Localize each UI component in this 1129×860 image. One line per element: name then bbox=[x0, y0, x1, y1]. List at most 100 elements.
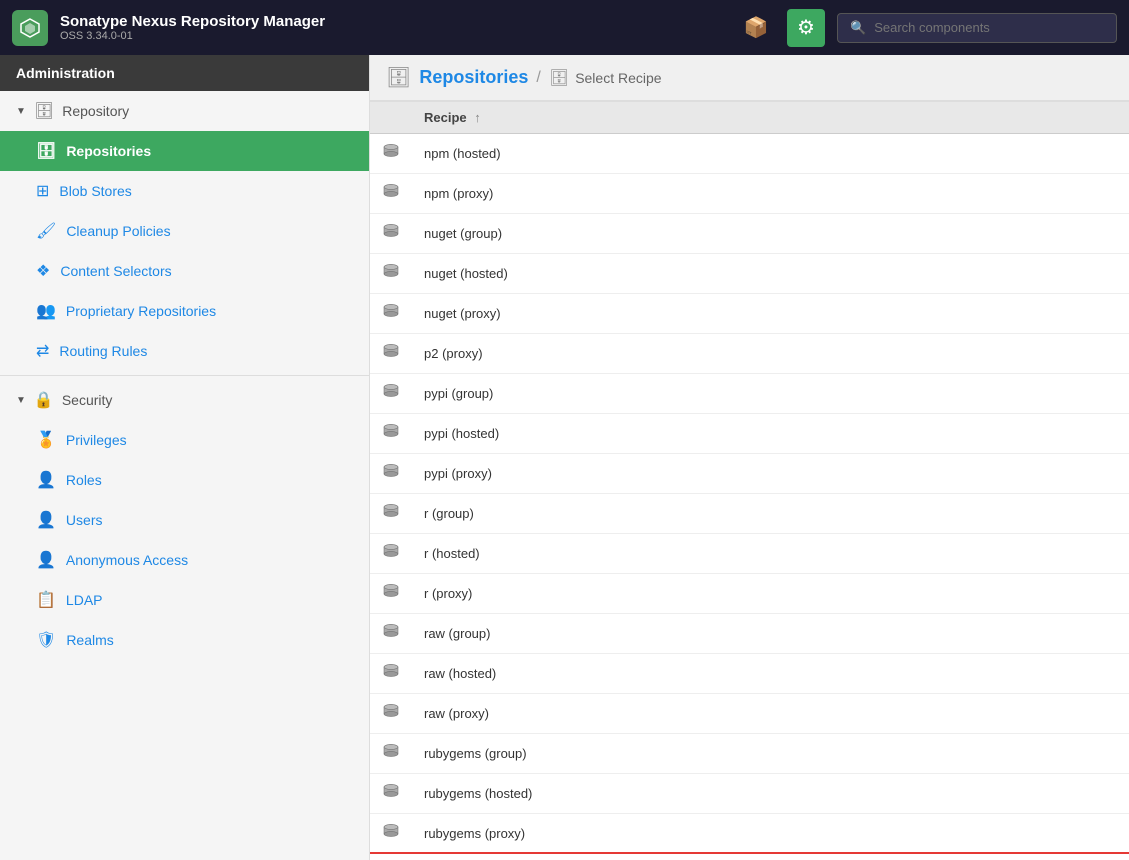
row-label[interactable]: nuget (proxy) bbox=[412, 294, 1129, 334]
row-icon-cell bbox=[370, 414, 412, 454]
row-label[interactable]: raw (proxy) bbox=[412, 694, 1129, 734]
sidebar-item-privileges[interactable]: 🏅 Privileges bbox=[0, 420, 369, 460]
sidebar-item-routing-rules[interactable]: ⇄ Routing Rules bbox=[0, 331, 369, 371]
sidebar-item-proprietary-repositories[interactable]: 👥 Proprietary Repositories bbox=[0, 291, 369, 331]
table-row[interactable]: r (hosted) bbox=[370, 534, 1129, 574]
roles-label: Roles bbox=[66, 472, 102, 488]
col-recipe-header[interactable]: Recipe ↑ bbox=[412, 102, 1129, 134]
row-icon-cell bbox=[370, 654, 412, 694]
table-row[interactable]: raw (hosted) bbox=[370, 654, 1129, 694]
row-icon-cell bbox=[370, 374, 412, 414]
app-logo bbox=[12, 10, 48, 46]
table-row[interactable]: raw (proxy) bbox=[370, 694, 1129, 734]
row-label[interactable]: r (proxy) bbox=[412, 574, 1129, 614]
row-icon-cell bbox=[370, 694, 412, 734]
row-label[interactable]: yum (group) bbox=[412, 854, 1129, 860]
security-section-icon: 🔒 bbox=[34, 390, 54, 410]
breadcrumb-sub-icon: 🗄 bbox=[549, 68, 569, 88]
anonymous-access-icon: 👤 bbox=[36, 550, 56, 570]
row-label[interactable]: pypi (group) bbox=[412, 374, 1129, 414]
sidebar-item-content-selectors[interactable]: ❖ Content Selectors bbox=[0, 251, 369, 291]
privileges-icon: 🏅 bbox=[36, 430, 56, 450]
breadcrumb-sub-label: Select Recipe bbox=[575, 70, 661, 86]
row-icon-cell bbox=[370, 294, 412, 334]
table-row[interactable]: nuget (hosted) bbox=[370, 254, 1129, 294]
breadcrumb-db-icon: 🗄 bbox=[386, 65, 411, 90]
collapse-triangle-security: ▼ bbox=[16, 395, 26, 406]
row-label[interactable]: npm (hosted) bbox=[412, 134, 1129, 174]
db-icon bbox=[382, 227, 400, 244]
table-container: Recipe ↑ npm (hosted) bbox=[370, 102, 1129, 860]
row-label[interactable]: nuget (group) bbox=[412, 214, 1129, 254]
table-row[interactable]: rubygems (proxy) bbox=[370, 814, 1129, 854]
sidebar-item-cleanup-policies[interactable]: 🖌 Cleanup Policies bbox=[0, 211, 369, 251]
sidebar-header: Administration bbox=[0, 55, 369, 91]
cleanup-policies-icon: 🖌 bbox=[36, 221, 56, 241]
settings-icon[interactable]: ⚙ bbox=[787, 9, 825, 47]
db-icon bbox=[382, 427, 400, 444]
security-section-label: Security bbox=[62, 392, 113, 408]
topbar: Sonatype Nexus Repository Manager OSS 3.… bbox=[0, 0, 1129, 55]
sidebar-item-blob-stores[interactable]: ⊞ Blob Stores bbox=[0, 171, 369, 211]
sidebar-item-users[interactable]: 👤 Users bbox=[0, 500, 369, 540]
cleanup-policies-label: Cleanup Policies bbox=[66, 223, 170, 239]
row-label[interactable]: rubygems (proxy) bbox=[412, 814, 1129, 854]
table-row[interactable]: nuget (proxy) bbox=[370, 294, 1129, 334]
search-input[interactable] bbox=[874, 20, 1104, 35]
row-label[interactable]: pypi (proxy) bbox=[412, 454, 1129, 494]
search-box[interactable]: 🔍 bbox=[837, 13, 1117, 43]
row-label[interactable]: raw (group) bbox=[412, 614, 1129, 654]
nav-icon[interactable]: 📦 bbox=[737, 9, 775, 47]
table-row[interactable]: pypi (proxy) bbox=[370, 454, 1129, 494]
row-icon-cell bbox=[370, 254, 412, 294]
row-label[interactable]: pypi (hosted) bbox=[412, 414, 1129, 454]
repository-section-label: Repository bbox=[62, 103, 129, 119]
row-label[interactable]: p2 (proxy) bbox=[412, 334, 1129, 374]
row-label[interactable]: r (hosted) bbox=[412, 534, 1129, 574]
table-row[interactable]: r (proxy) bbox=[370, 574, 1129, 614]
roles-icon: 👤 bbox=[36, 470, 56, 490]
db-icon bbox=[382, 707, 400, 724]
table-row[interactable]: nuget (group) bbox=[370, 214, 1129, 254]
realms-icon: 🛡 bbox=[36, 630, 56, 650]
content-area: 🗄 Repositories / 🗄 Select Recipe Recipe … bbox=[370, 55, 1129, 860]
table-row[interactable]: yum (group) bbox=[370, 854, 1129, 860]
table-row[interactable]: r (group) bbox=[370, 494, 1129, 534]
row-label[interactable]: raw (hosted) bbox=[412, 654, 1129, 694]
row-icon-cell bbox=[370, 734, 412, 774]
row-icon-cell bbox=[370, 534, 412, 574]
row-icon-cell bbox=[370, 614, 412, 654]
sidebar-item-roles[interactable]: 👤 Roles bbox=[0, 460, 369, 500]
row-label[interactable]: npm (proxy) bbox=[412, 174, 1129, 214]
row-icon-cell bbox=[370, 174, 412, 214]
sidebar-section-security[interactable]: ▼ 🔒 Security bbox=[0, 380, 369, 420]
db-icon bbox=[382, 667, 400, 684]
table-row[interactable]: pypi (hosted) bbox=[370, 414, 1129, 454]
table-row[interactable]: pypi (group) bbox=[370, 374, 1129, 414]
breadcrumb-title[interactable]: Repositories bbox=[419, 67, 528, 88]
table-row[interactable]: rubygems (group) bbox=[370, 734, 1129, 774]
table-row[interactable]: p2 (proxy) bbox=[370, 334, 1129, 374]
row-icon-cell bbox=[370, 854, 412, 860]
row-label[interactable]: r (group) bbox=[412, 494, 1129, 534]
sidebar-item-ldap[interactable]: 📋 LDAP bbox=[0, 580, 369, 620]
row-icon-cell bbox=[370, 134, 412, 174]
table-row[interactable]: npm (hosted) bbox=[370, 134, 1129, 174]
row-label[interactable]: rubygems (group) bbox=[412, 734, 1129, 774]
row-label[interactable]: rubygems (hosted) bbox=[412, 774, 1129, 814]
routing-rules-icon: ⇄ bbox=[36, 341, 49, 361]
row-label[interactable]: nuget (hosted) bbox=[412, 254, 1129, 294]
table-row[interactable]: rubygems (hosted) bbox=[370, 774, 1129, 814]
users-icon: 👤 bbox=[36, 510, 56, 530]
table-row[interactable]: npm (proxy) bbox=[370, 174, 1129, 214]
row-icon-cell bbox=[370, 214, 412, 254]
sidebar-item-realms[interactable]: 🛡 Realms bbox=[0, 620, 369, 660]
sidebar-section-repository[interactable]: ▼ 🗄 Repository bbox=[0, 91, 369, 131]
sidebar-item-anonymous-access[interactable]: 👤 Anonymous Access bbox=[0, 540, 369, 580]
col-icon-header bbox=[370, 102, 412, 134]
sidebar-item-repositories[interactable]: 🗄 Repositories bbox=[0, 131, 369, 171]
breadcrumb-separator: / bbox=[536, 69, 540, 87]
repositories-label: Repositories bbox=[66, 143, 151, 159]
row-icon-cell bbox=[370, 494, 412, 534]
table-row[interactable]: raw (group) bbox=[370, 614, 1129, 654]
